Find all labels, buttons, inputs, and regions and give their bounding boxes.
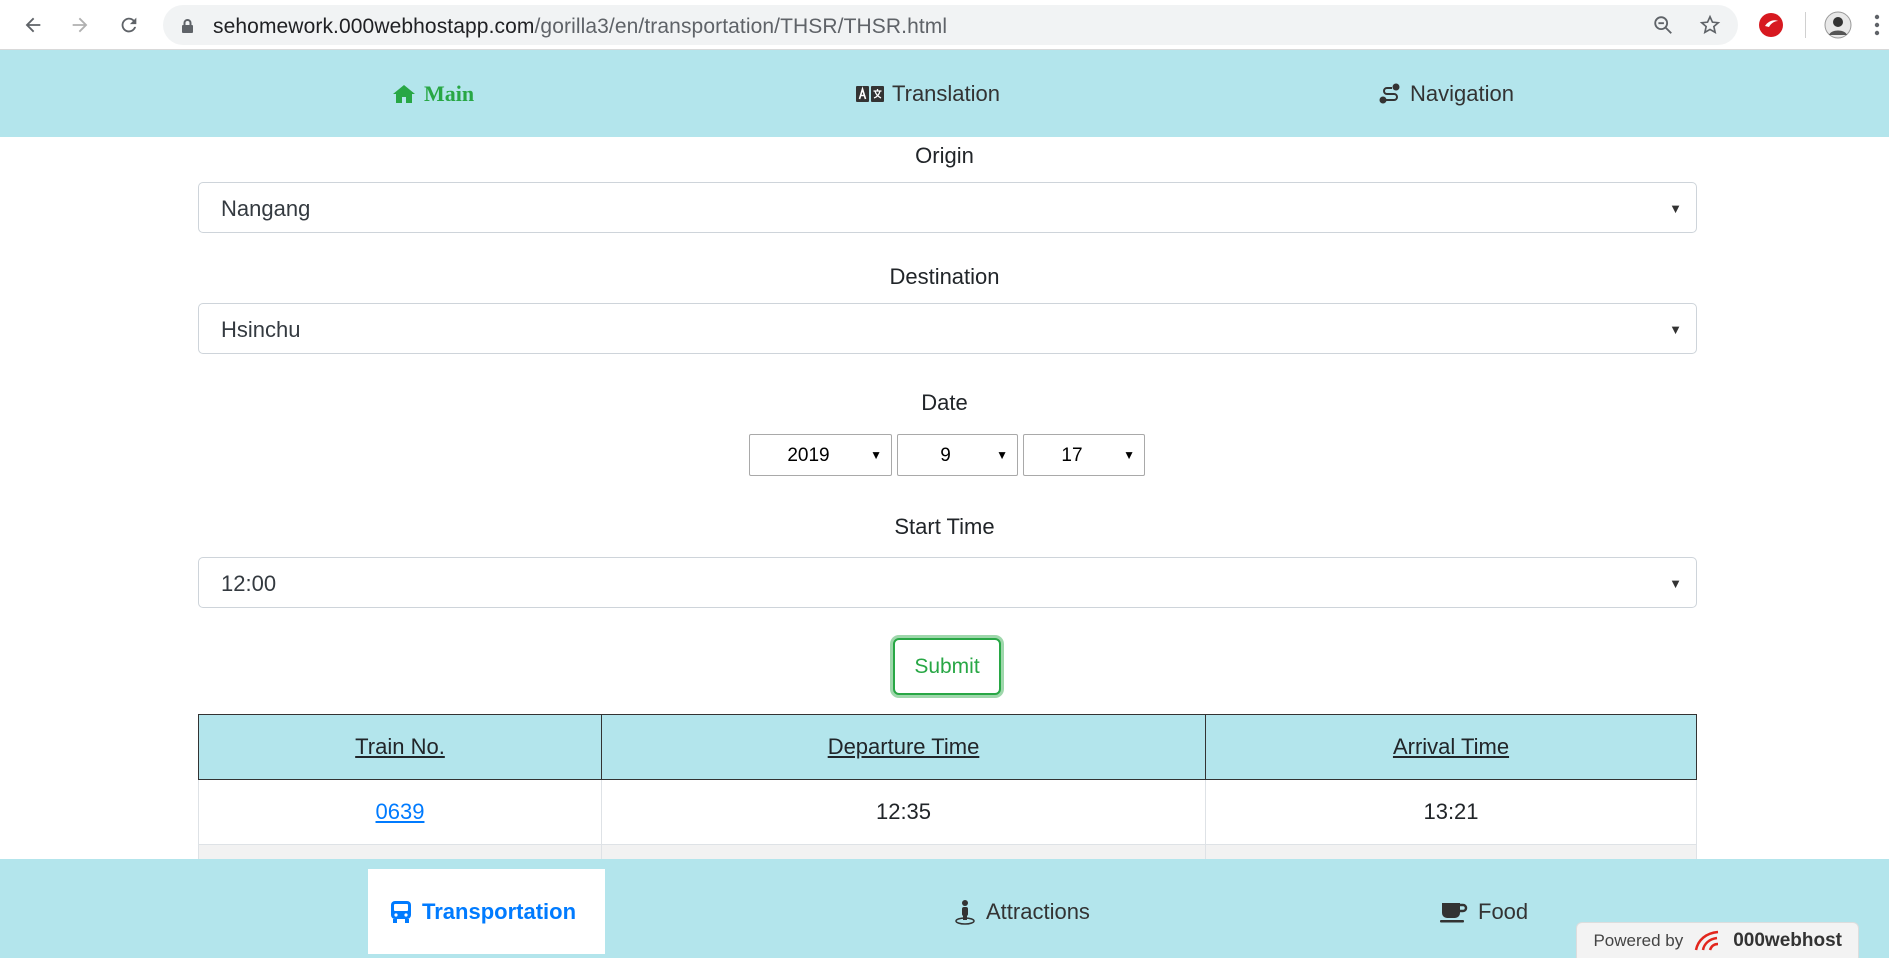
powered-by-brand: 000webhost	[1733, 929, 1842, 951]
day-value: 17	[1061, 445, 1083, 466]
lock-icon	[182, 19, 193, 33]
avatar-icon	[1824, 11, 1852, 39]
back-arrow-icon	[25, 17, 41, 33]
browser-menu-button[interactable]	[1870, 10, 1884, 40]
header-departure-time[interactable]: Departure Time	[601, 714, 1206, 780]
dropdown-caret-icon: ▼	[996, 448, 1008, 462]
tab-transportation[interactable]: Transportation	[368, 869, 605, 954]
month-value: 9	[940, 445, 951, 466]
back-button[interactable]	[17, 9, 49, 41]
dropdown-caret-icon: ▼	[1669, 201, 1682, 216]
profile-button[interactable]	[1823, 10, 1853, 40]
000webhost-logo-icon	[1695, 930, 1719, 950]
day-select[interactable]: 17 ▼	[1023, 434, 1145, 476]
bottom-navbar: Transportation Attractions Food Powered …	[0, 859, 1889, 958]
dropdown-caret-icon: ▼	[1123, 448, 1135, 462]
nav-main-label: Main	[424, 80, 475, 106]
start-time-value: 12:00	[221, 571, 277, 596]
arrival-cell: 13:21	[1205, 779, 1697, 845]
trend-micro-icon	[1759, 13, 1783, 37]
nav-main[interactable]: Main	[392, 50, 474, 137]
table-header-row: Train No. Departure Time Arrival Time	[198, 714, 1697, 780]
bus-icon	[391, 900, 411, 923]
train-no-cell: 0639	[198, 779, 602, 845]
dropdown-caret-icon: ▼	[1669, 322, 1682, 337]
nav-translation-label: Translation	[892, 80, 1001, 106]
header-arrival-time[interactable]: Arrival Time	[1205, 714, 1697, 780]
year-value: 2019	[787, 445, 830, 466]
tab-food[interactable]: Food	[1440, 869, 1528, 954]
street-view-icon	[955, 899, 975, 925]
star-icon	[1699, 14, 1721, 34]
powered-by-badge[interactable]: Powered by 000webhost	[1576, 922, 1859, 958]
origin-select[interactable]: Nangang ▼	[198, 182, 1697, 233]
top-navbar: Main Translation Navigation	[0, 50, 1889, 137]
address-bar[interactable]: sehomework.000webhostapp.com/gorilla3/en…	[163, 5, 1738, 45]
translate-icon	[856, 85, 884, 102]
home-icon	[393, 84, 415, 103]
origin-label: Origin	[915, 143, 974, 168]
origin-value: Nangang	[221, 196, 311, 221]
table-row: 0639 12:35 13:21	[198, 779, 1697, 845]
tab-food-label: Food	[1478, 898, 1529, 924]
coffee-icon	[1440, 902, 1468, 922]
year-select[interactable]: 2019 ▼	[749, 434, 892, 476]
destination-value: Hsinchu	[221, 317, 301, 342]
destination-select[interactable]: Hsinchu ▼	[198, 303, 1697, 354]
tab-attractions[interactable]: Attractions	[954, 869, 1090, 954]
zoom-button[interactable]	[1651, 13, 1675, 37]
month-select[interactable]: 9 ▼	[897, 434, 1018, 476]
destination-label: Destination	[889, 264, 1000, 289]
forward-button[interactable]	[64, 9, 96, 41]
powered-by-text: Powered by	[1593, 930, 1684, 950]
tab-attractions-label: Attractions	[986, 898, 1090, 924]
dropdown-caret-icon: ▼	[870, 448, 882, 462]
header-train-no[interactable]: Train No.	[198, 714, 602, 780]
browser-toolbar: sehomework.000webhostapp.com/gorilla3/en…	[0, 0, 1889, 50]
nav-navigation-label: Navigation	[1410, 80, 1514, 106]
nav-navigation[interactable]: Navigation	[1378, 50, 1514, 137]
kebab-menu-icon	[1874, 14, 1880, 36]
start-time-label: Start Time	[894, 514, 995, 539]
nav-translation[interactable]: Translation	[856, 50, 1000, 137]
departure-cell: 12:35	[601, 779, 1206, 845]
submit-button[interactable]: Submit	[893, 638, 1001, 695]
zoom-out-icon	[1654, 16, 1672, 34]
extension-button[interactable]	[1756, 10, 1786, 40]
route-icon	[1379, 83, 1400, 103]
tab-transportation-label: Transportation	[422, 898, 577, 924]
url-text: sehomework.000webhostapp.com/gorilla3/en…	[213, 15, 948, 38]
date-label: Date	[921, 390, 968, 415]
dropdown-caret-icon: ▼	[1669, 576, 1682, 591]
train-no-link[interactable]: 0639	[376, 799, 425, 824]
toolbar-divider	[1805, 12, 1806, 38]
reload-icon	[121, 17, 137, 33]
forward-arrow-icon	[72, 17, 88, 33]
bookmark-button[interactable]	[1698, 13, 1722, 37]
reload-button[interactable]	[113, 9, 145, 41]
start-time-select[interactable]: 12:00 ▼	[198, 557, 1697, 608]
